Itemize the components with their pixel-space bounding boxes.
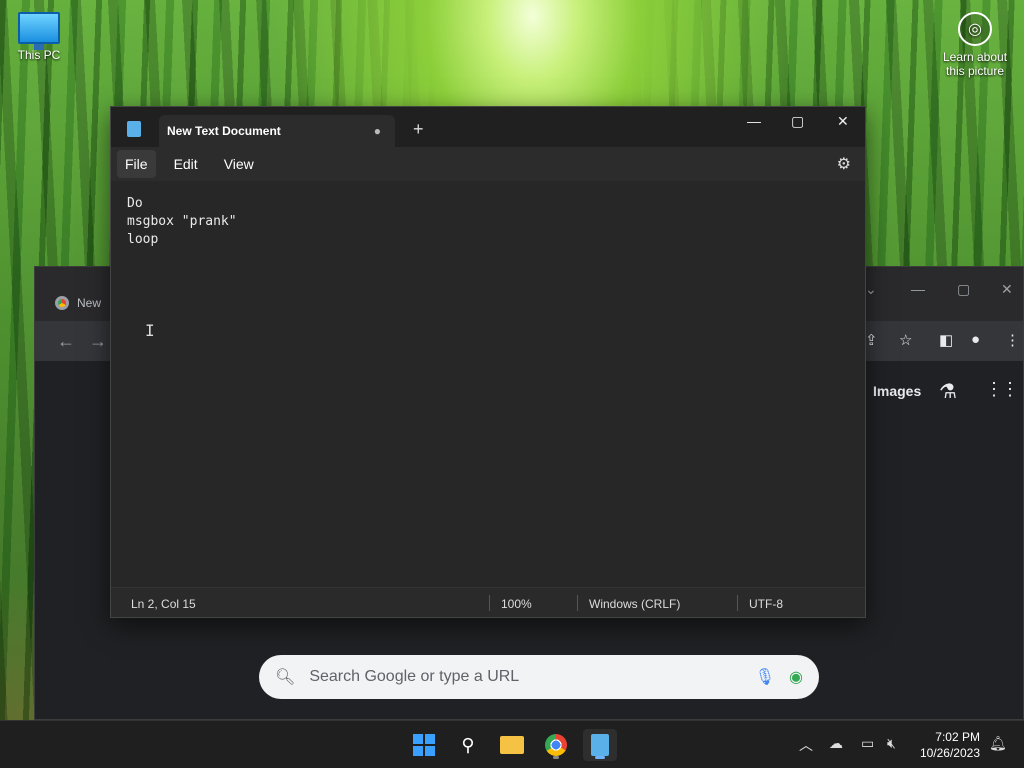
back-arrow-icon[interactable]: ← [57, 331, 75, 352]
notepad-app-icon [591, 734, 609, 756]
search-icon: 🔍︎ [275, 669, 296, 686]
encoding: UTF-8 [749, 597, 783, 611]
chrome-tab[interactable]: New [55, 289, 101, 317]
volume-muted-icon[interactable]: 🔇︎ [887, 735, 896, 752]
google-lens-icon[interactable]: ◉ [789, 667, 803, 687]
status-divider [737, 595, 738, 611]
close-icon[interactable]: ✕ [837, 113, 849, 130]
notepad-text-editor[interactable]: Do msgbox "prank" loop [111, 181, 865, 583]
labs-flask-icon[interactable]: ⚗ [939, 379, 957, 404]
status-divider [577, 595, 578, 611]
microphone-icon[interactable]: 🎙︎ [755, 667, 775, 687]
menu-view[interactable]: View [216, 150, 262, 178]
running-indicator [553, 756, 559, 759]
folder-icon [500, 736, 524, 754]
search-icon: ⚲ [461, 734, 475, 755]
google-apps-icon[interactable]: ⋮⋮⋮ [985, 379, 1024, 400]
learn-about-picture[interactable]: ◎ Learn about this picture [938, 12, 1012, 78]
camera-icon: ◎ [958, 12, 992, 46]
notepad-menubar: File Edit View ⚙ [111, 147, 865, 181]
clock-date: 10/26/2023 [919, 746, 980, 760]
taskbar-search-button[interactable]: ⚲ [451, 729, 485, 761]
minimize-icon[interactable]: — [911, 281, 925, 297]
images-link[interactable]: Images [873, 383, 921, 399]
google-search-box[interactable]: 🔍︎ Search Google or type a URL 🎙︎ ◉ [259, 655, 819, 699]
clock-time: 7:02 PM [935, 730, 980, 744]
line-ending: Windows (CRLF) [589, 597, 681, 611]
clock[interactable]: 7:02 PM 10/26/2023 [920, 729, 980, 761]
notepad-tab-title: New Text Document [167, 124, 281, 138]
more-menu-icon[interactable]: ⋮ [1005, 331, 1020, 349]
profile-icon[interactable]: ● [971, 331, 980, 348]
taskbar-chrome[interactable] [539, 729, 573, 761]
notepad-tab[interactable]: New Text Document ● [159, 115, 395, 147]
computer-icon [18, 12, 60, 50]
notification-bell-icon[interactable]: 🔔︎ [989, 735, 1007, 752]
share-icon[interactable]: ⇪ [865, 331, 878, 349]
forward-arrow-icon[interactable]: → [89, 331, 107, 352]
active-indicator [595, 756, 605, 759]
notepad-app-icon [127, 121, 141, 137]
network-icon[interactable]: ▭ [861, 735, 874, 752]
bookmark-star-icon[interactable]: ☆ [899, 331, 912, 349]
settings-gear-icon[interactable]: ⚙ [837, 154, 851, 174]
learn-label-1: Learn about [942, 50, 1008, 64]
zoom-level: 100% [501, 597, 532, 611]
menu-file[interactable]: File [117, 150, 156, 178]
unsaved-dot-icon[interactable]: ● [374, 124, 381, 138]
taskbar-notepad[interactable] [583, 729, 617, 761]
menu-edit[interactable]: Edit [166, 150, 206, 178]
start-button[interactable] [407, 729, 441, 761]
maximize-icon[interactable]: ▢ [791, 113, 804, 130]
learn-label-2: this picture [945, 64, 1005, 78]
chrome-tab-label: New [77, 296, 102, 310]
ibeam-cursor-icon: I [145, 321, 155, 340]
chevron-up-icon[interactable]: ︿ [799, 735, 813, 755]
notepad-statusbar: Ln 2, Col 15 100% Windows (CRLF) UTF-8 [111, 587, 865, 617]
onedrive-icon[interactable]: ☁ [829, 735, 843, 752]
desktop-icon-label: This PC [17, 48, 61, 62]
close-icon[interactable]: ✕ [1001, 281, 1013, 298]
windows-logo-icon [413, 734, 435, 756]
taskbar: ⚲ ︿ ☁ ▭ 🔇︎ 7:02 PM 10/26/2023 🔔︎ [0, 720, 1024, 768]
taskbar-file-explorer[interactable] [495, 729, 529, 761]
editor-line: Do [127, 196, 143, 211]
editor-line: loop [127, 232, 159, 247]
editor-line: msgbox "prank" [127, 214, 237, 229]
status-divider [489, 595, 490, 611]
side-panel-icon[interactable]: ◧ [939, 331, 953, 349]
chrome-logo-icon [55, 296, 69, 310]
notepad-window[interactable]: New Text Document ● + — ▢ ✕ File Edit Vi… [110, 106, 866, 618]
search-input[interactable]: Search Google or type a URL [309, 668, 740, 686]
minimize-icon[interactable]: — [747, 113, 761, 129]
chevron-down-icon[interactable]: ⌄ [865, 281, 877, 298]
desktop-icon-this-pc[interactable]: This PC [2, 12, 76, 62]
cursor-position: Ln 2, Col 15 [131, 597, 196, 611]
chrome-logo-icon [545, 734, 567, 756]
maximize-icon[interactable]: ▢ [957, 281, 970, 298]
notepad-titlebar[interactable]: New Text Document ● + — ▢ ✕ [111, 107, 865, 147]
new-tab-plus-icon[interactable]: + [413, 119, 424, 140]
